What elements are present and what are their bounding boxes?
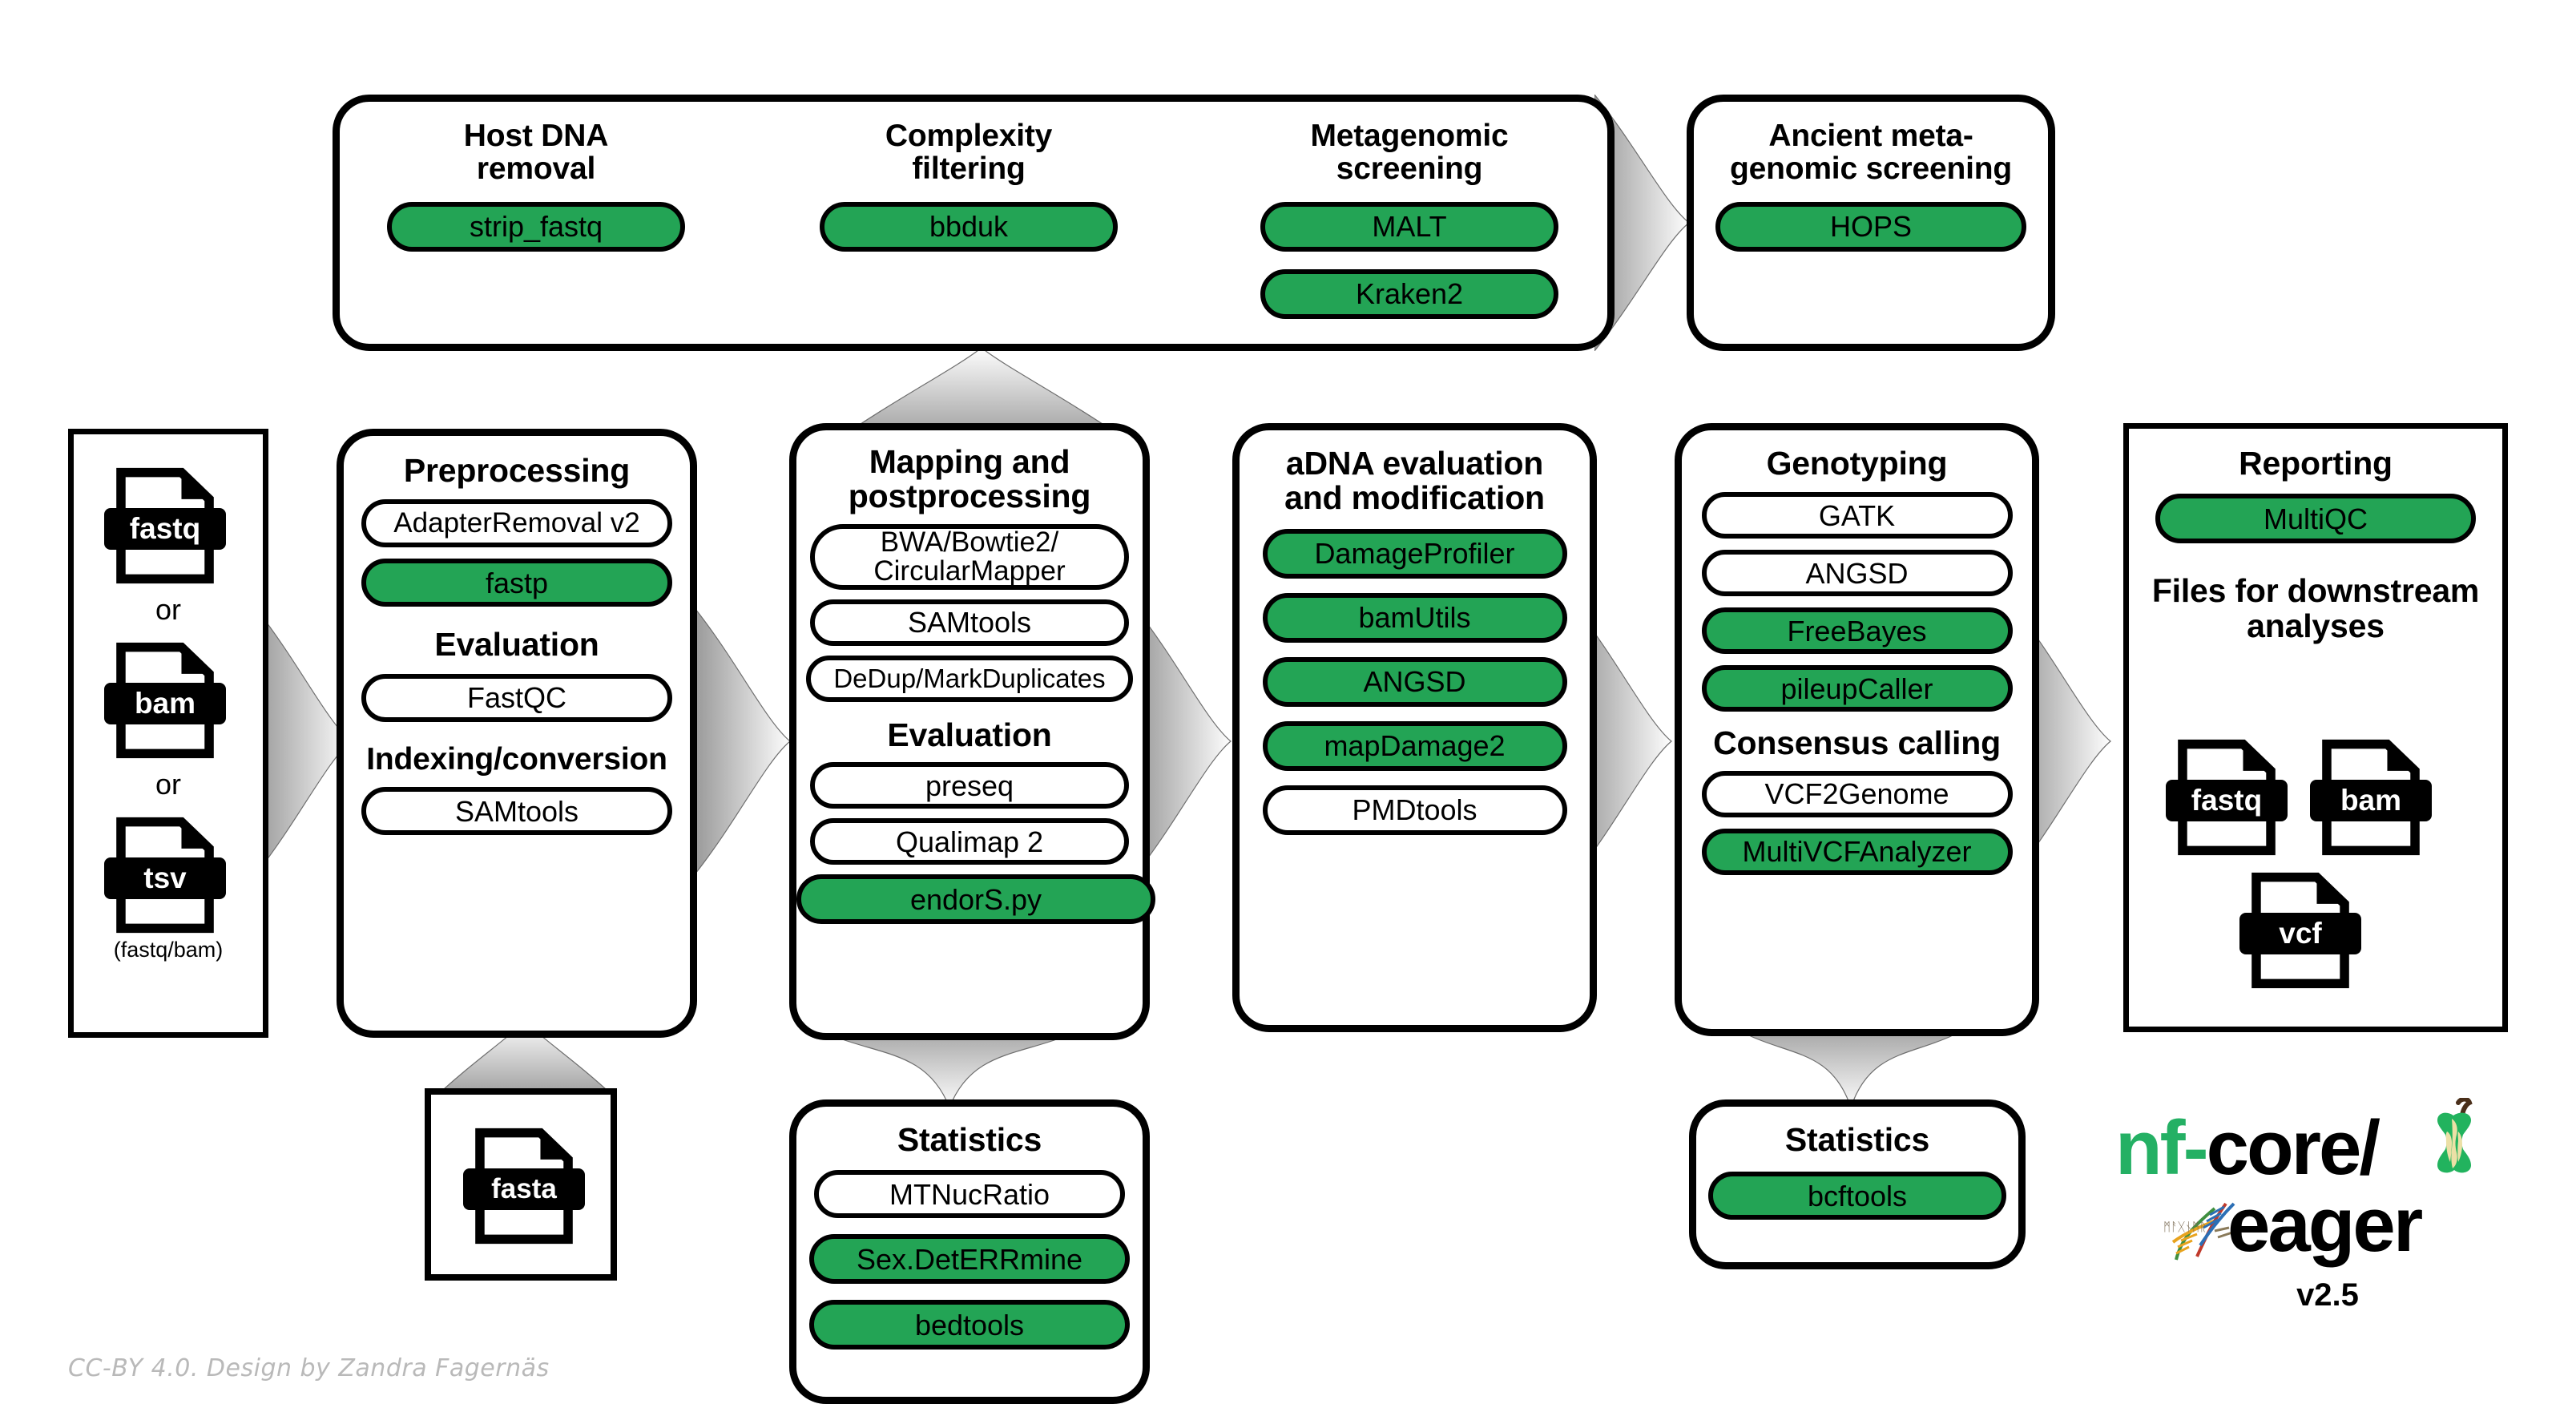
screening-column-host-dna: Host DNA removal strip_fastq [364,119,708,252]
tool-pill[interactable]: bbduk [820,201,1118,252]
file-icon-label: fastq [104,508,226,550]
adna-title: aDNA evaluation and modification [1284,445,1545,517]
screening-panel: Host DNA removal strip_fastq Complexity … [333,95,1615,351]
tool-pill[interactable]: Kraken2 [1260,268,1558,319]
preprocessing-subsection-title: Evaluation [434,626,599,664]
nf-core-eager-logo: ᛗᚨᚷᚾᛗᚱ ᛚ nf-core/ eager v2.5 [2107,1096,2476,1345]
tool-pill[interactable]: bamUtils [1262,592,1567,643]
screening-column-complexity: Complexity filtering bbduk [808,119,1129,252]
tool-pill[interactable]: fastp [361,559,672,607]
input-files-box: fastq or bam or tsv (fastq/bam) [68,429,268,1038]
statistics-genotyping-box: Statistics bcftools [1689,1099,2026,1269]
logo-line-nf-core: nf-core/ [2115,1104,2380,1192]
file-icon-label: vcf [2239,913,2361,954]
file-icon-fastq: fastq [2166,738,2288,857]
tool-pill[interactable]: pileupCaller [1701,665,2013,712]
tool-pill[interactable]: Sex.DetERRmine [809,1234,1130,1285]
preprocessing-title: Preprocessing [403,452,631,489]
statistics-title: Statistics [897,1121,1042,1158]
file-icon-label: tsv [104,857,226,899]
tool-pill[interactable]: preseq [810,762,1129,809]
ancient-screening-title: Ancient meta- genomic screening [1729,119,2013,187]
tool-pill[interactable]: strip_fastq [387,201,685,252]
ancient-screening-box: Ancient meta- genomic screening HOPS [1687,95,2055,351]
statistics-title: Statistics [1784,1121,1930,1158]
credit-text: CC-BY 4.0. Design by Zandra Fagernäs [68,1354,550,1382]
adna-box: aDNA evaluation and modification DamageP… [1232,423,1597,1032]
tool-pill[interactable]: ANGSD [1701,550,2013,597]
downstream-files-title: Files for downstream analyses [2151,572,2480,644]
logo-version: v2.5 [2296,1277,2359,1313]
logo-eager-text: eager [2227,1182,2423,1268]
input-separator-1: or [155,593,181,626]
tool-pill[interactable]: VCF2Genome [1701,770,2013,817]
tool-pill[interactable]: MTNucRatio [814,1170,1125,1219]
tool-pill[interactable]: bedtools [809,1300,1130,1350]
genotyping-box: Genotyping GATK ANGSD FreeBayes pileupCa… [1675,423,2039,1036]
file-icon-bam: bam [2310,738,2432,857]
tool-pill[interactable]: DamageProfiler [1262,528,1567,579]
logo-dash: - [2183,1105,2209,1191]
diagram-canvas: Host DNA removal strip_fastq Complexity … [0,0,2576,1404]
mapping-box: Mapping and postprocessing BWA/Bowtie2/ … [789,423,1155,1040]
screening-column-title: Complexity filtering [885,119,1053,187]
file-icon-label: fasta [463,1168,585,1210]
reference-file-box: fasta [425,1088,617,1281]
svg-text:ᛗᚨᚷᚾᛗᚱ: ᛗᚨᚷᚾᛗᚱ [2163,1220,2207,1234]
tool-pill[interactable]: ANGSD [1262,656,1567,707]
reporting-title: Reporting [2239,445,2393,482]
genotyping-subsection-title: Consensus calling [1713,724,2001,762]
logo-nf-text: nf [2115,1105,2186,1191]
screening-column-title: Metagenomic screening [1310,119,1509,187]
tool-pill[interactable]: GATK [1701,492,2013,539]
file-icon-fastq: fastq [104,466,226,585]
file-icon-tsv: tsv [104,816,226,934]
tool-pill[interactable]: Qualimap 2 [810,818,1129,865]
apple-core-icon [2426,1096,2484,1181]
tool-pill[interactable]: DeDup/MarkDuplicates [806,655,1133,702]
screening-column-metagenomic: Metagenomic screening MALT Kraken2 [1249,119,1570,319]
tool-pill[interactable]: MultiQC [2155,494,2476,544]
input-separator-2: or [155,768,181,801]
tool-pill[interactable]: endorS.py [796,874,1155,925]
screening-column-title: Host DNA removal [463,119,609,187]
tool-pill[interactable]: HOPS [1715,201,2026,252]
logo-core-text: core/ [2206,1105,2380,1191]
tool-pill[interactable]: SAMtools [361,787,672,836]
file-icon-bam: bam [104,641,226,760]
genotyping-title: Genotyping [1766,445,1948,482]
tool-pill[interactable]: PMDtools [1262,785,1567,835]
arrow-preprocessing-to-mapping [695,609,792,873]
file-icon-vcf: vcf [2239,871,2361,990]
file-icon-label: fastq [2166,780,2288,821]
file-icon-label: bam [2310,780,2432,821]
tool-pill[interactable]: FastQC [361,673,672,722]
tool-pill[interactable]: SAMtools [810,599,1129,646]
preprocessing-box: Preprocessing AdapterRemoval v2 fastp Ev… [337,429,697,1038]
tool-pill[interactable]: bcftools [1708,1172,2006,1220]
tool-pill[interactable]: MultiVCFAnalyzer [1701,828,2013,875]
file-icon-label: bam [104,683,226,724]
reporting-box: Reporting MultiQC Files for downstream a… [2123,423,2508,1032]
input-note: (fastq/bam) [113,938,224,962]
mapping-subsection-title: Evaluation [887,716,1052,753]
tool-pill[interactable]: AdapterRemoval v2 [361,499,672,548]
preprocessing-subsection-title: Indexing/conversion [366,741,667,777]
tool-pill[interactable]: BWA/Bowtie2/ CircularMapper [810,523,1129,590]
tool-pill[interactable]: FreeBayes [1701,607,2013,655]
tool-pill[interactable]: MALT [1260,201,1558,252]
file-icon-fasta: fasta [463,1127,585,1245]
mapping-title: Mapping and postprocessing [848,443,1091,515]
tool-pill[interactable]: mapDamage2 [1262,720,1567,771]
statistics-mapping-box: Statistics MTNucRatio Sex.DetERRmine bed… [789,1099,1150,1404]
arrow-mapping-to-adna [1136,609,1232,873]
